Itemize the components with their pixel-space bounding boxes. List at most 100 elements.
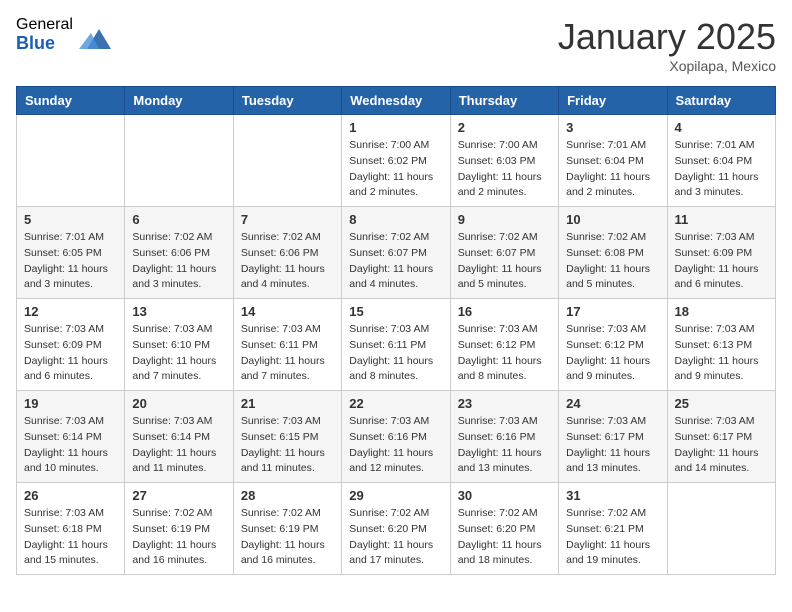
calendar-cell: 4 Sunrise: 7:01 AM Sunset: 6:04 PM Daylig… <box>667 115 775 207</box>
day-number: 30 <box>458 488 551 503</box>
day-number: 26 <box>24 488 117 503</box>
calendar-cell: 12 Sunrise: 7:03 AM Sunset: 6:09 PM Dayli… <box>17 299 125 391</box>
calendar-cell: 19 Sunrise: 7:03 AM Sunset: 6:14 PM Dayli… <box>17 391 125 483</box>
day-number: 27 <box>132 488 225 503</box>
calendar-cell <box>233 115 341 207</box>
day-info: Sunrise: 7:01 AM Sunset: 6:04 PM Dayligh… <box>566 138 659 201</box>
logo-blue: Blue <box>16 34 73 54</box>
day-info: Sunrise: 7:00 AM Sunset: 6:03 PM Dayligh… <box>458 138 551 201</box>
day-number: 8 <box>349 212 442 227</box>
day-info: Sunrise: 7:02 AM Sunset: 6:19 PM Dayligh… <box>132 506 225 569</box>
logo-general: General <box>16 16 73 34</box>
calendar-cell: 18Sunrise: 7:03 AM Sunset: 6:13 PM Dayli… <box>667 299 775 391</box>
day-number: 5 <box>24 212 117 227</box>
day-info: Sunrise: 7:03 AM Sunset: 6:14 PM Dayligh… <box>24 414 117 477</box>
calendar-cell: 17 Sunrise: 7:03 AM Sunset: 6:12 PM Dayli… <box>559 299 667 391</box>
day-info: Sunrise: 7:02 AM Sunset: 6:20 PM Dayligh… <box>458 506 551 569</box>
day-number: 12 <box>24 304 117 319</box>
day-number: 3 <box>566 120 659 135</box>
day-number: 21 <box>241 396 334 411</box>
calendar-cell: 13 Sunrise: 7:03 AM Sunset: 6:10 PM Dayli… <box>125 299 233 391</box>
day-info: Sunrise: 7:03 AM Sunset: 6:11 PM Dayligh… <box>349 322 442 385</box>
day-number: 23 <box>458 396 551 411</box>
day-info: Sunrise: 7:03 AM Sunset: 6:17 PM Dayligh… <box>675 414 768 477</box>
calendar-cell: 20Sunrise: 7:03 AM Sunset: 6:14 PM Dayli… <box>125 391 233 483</box>
day-number: 2 <box>458 120 551 135</box>
title-area: January 2025 Xopilapa, Mexico <box>558 16 776 74</box>
day-number: 10 <box>566 212 659 227</box>
weekday-header-monday: Monday <box>125 87 233 115</box>
month-title: January 2025 <box>558 16 776 58</box>
calendar-week-row: 5Sunrise: 7:01 AM Sunset: 6:05 PM Daylig… <box>17 207 776 299</box>
day-number: 25 <box>675 396 768 411</box>
calendar-cell: 5Sunrise: 7:01 AM Sunset: 6:05 PM Daylig… <box>17 207 125 299</box>
day-info: Sunrise: 7:02 AM Sunset: 6:08 PM Dayligh… <box>566 230 659 293</box>
day-info: Sunrise: 7:02 AM Sunset: 6:07 PM Dayligh… <box>458 230 551 293</box>
calendar-cell: 26 Sunrise: 7:03 AM Sunset: 6:18 PM Dayli… <box>17 483 125 575</box>
day-info: Sunrise: 7:02 AM Sunset: 6:20 PM Dayligh… <box>349 506 442 569</box>
calendar-cell: 28Sunrise: 7:02 AM Sunset: 6:19 PM Dayli… <box>233 483 341 575</box>
weekday-header-saturday: Saturday <box>667 87 775 115</box>
day-number: 11 <box>675 212 768 227</box>
day-number: 17 <box>566 304 659 319</box>
weekday-header-thursday: Thursday <box>450 87 558 115</box>
calendar-cell: 16 Sunrise: 7:03 AM Sunset: 6:12 PM Dayli… <box>450 299 558 391</box>
day-number: 19 <box>24 396 117 411</box>
day-number: 16 <box>458 304 551 319</box>
calendar-cell: 2 Sunrise: 7:00 AM Sunset: 6:03 PM Daylig… <box>450 115 558 207</box>
page-header: General Blue January 2025 Xopilapa, Mexi… <box>16 16 776 74</box>
calendar-cell: 24Sunrise: 7:03 AM Sunset: 6:17 PM Dayli… <box>559 391 667 483</box>
calendar-week-row: 12 Sunrise: 7:03 AM Sunset: 6:09 PM Dayli… <box>17 299 776 391</box>
logo-icon <box>79 25 111 53</box>
day-info: Sunrise: 7:01 AM Sunset: 6:04 PM Dayligh… <box>675 138 768 201</box>
weekday-header-sunday: Sunday <box>17 87 125 115</box>
day-info: Sunrise: 7:02 AM Sunset: 6:06 PM Dayligh… <box>132 230 225 293</box>
day-info: Sunrise: 7:03 AM Sunset: 6:16 PM Dayligh… <box>349 414 442 477</box>
day-info: Sunrise: 7:03 AM Sunset: 6:09 PM Dayligh… <box>24 322 117 385</box>
calendar-cell: 3 Sunrise: 7:01 AM Sunset: 6:04 PM Daylig… <box>559 115 667 207</box>
calendar-cell: 9 Sunrise: 7:02 AM Sunset: 6:07 PM Daylig… <box>450 207 558 299</box>
location: Xopilapa, Mexico <box>558 58 776 74</box>
day-number: 31 <box>566 488 659 503</box>
day-info: Sunrise: 7:03 AM Sunset: 6:11 PM Dayligh… <box>241 322 334 385</box>
calendar-cell: 10 Sunrise: 7:02 AM Sunset: 6:08 PM Dayli… <box>559 207 667 299</box>
day-info: Sunrise: 7:03 AM Sunset: 6:09 PM Dayligh… <box>675 230 768 293</box>
day-info: Sunrise: 7:03 AM Sunset: 6:18 PM Dayligh… <box>24 506 117 569</box>
calendar-cell: 29 Sunrise: 7:02 AM Sunset: 6:20 PM Dayli… <box>342 483 450 575</box>
day-number: 4 <box>675 120 768 135</box>
weekday-header-row: SundayMondayTuesdayWednesdayThursdayFrid… <box>17 87 776 115</box>
day-number: 22 <box>349 396 442 411</box>
calendar-cell: 27 Sunrise: 7:02 AM Sunset: 6:19 PM Dayli… <box>125 483 233 575</box>
day-info: Sunrise: 7:00 AM Sunset: 6:02 PM Dayligh… <box>349 138 442 201</box>
day-info: Sunrise: 7:02 AM Sunset: 6:21 PM Dayligh… <box>566 506 659 569</box>
day-number: 7 <box>241 212 334 227</box>
day-info: Sunrise: 7:02 AM Sunset: 6:07 PM Dayligh… <box>349 230 442 293</box>
day-info: Sunrise: 7:03 AM Sunset: 6:10 PM Dayligh… <box>132 322 225 385</box>
calendar-cell: 30 Sunrise: 7:02 AM Sunset: 6:20 PM Dayli… <box>450 483 558 575</box>
day-number: 18 <box>675 304 768 319</box>
calendar-week-row: 1Sunrise: 7:00 AM Sunset: 6:02 PM Daylig… <box>17 115 776 207</box>
day-number: 13 <box>132 304 225 319</box>
day-info: Sunrise: 7:03 AM Sunset: 6:12 PM Dayligh… <box>566 322 659 385</box>
day-number: 20 <box>132 396 225 411</box>
calendar-cell: 23Sunrise: 7:03 AM Sunset: 6:16 PM Dayli… <box>450 391 558 483</box>
weekday-header-wednesday: Wednesday <box>342 87 450 115</box>
day-info: Sunrise: 7:02 AM Sunset: 6:06 PM Dayligh… <box>241 230 334 293</box>
weekday-header-tuesday: Tuesday <box>233 87 341 115</box>
day-number: 14 <box>241 304 334 319</box>
day-number: 6 <box>132 212 225 227</box>
calendar-cell: 8 Sunrise: 7:02 AM Sunset: 6:07 PM Daylig… <box>342 207 450 299</box>
calendar-cell: 15 Sunrise: 7:03 AM Sunset: 6:11 PM Dayli… <box>342 299 450 391</box>
calendar-cell: 22 Sunrise: 7:03 AM Sunset: 6:16 PM Dayli… <box>342 391 450 483</box>
calendar-cell <box>125 115 233 207</box>
day-number: 29 <box>349 488 442 503</box>
day-info: Sunrise: 7:03 AM Sunset: 6:17 PM Dayligh… <box>566 414 659 477</box>
day-number: 15 <box>349 304 442 319</box>
calendar-cell <box>17 115 125 207</box>
day-number: 9 <box>458 212 551 227</box>
day-info: Sunrise: 7:03 AM Sunset: 6:15 PM Dayligh… <box>241 414 334 477</box>
day-number: 28 <box>241 488 334 503</box>
calendar-cell: 21 Sunrise: 7:03 AM Sunset: 6:15 PM Dayli… <box>233 391 341 483</box>
day-info: Sunrise: 7:03 AM Sunset: 6:12 PM Dayligh… <box>458 322 551 385</box>
calendar-cell: 14 Sunrise: 7:03 AM Sunset: 6:11 PM Dayli… <box>233 299 341 391</box>
